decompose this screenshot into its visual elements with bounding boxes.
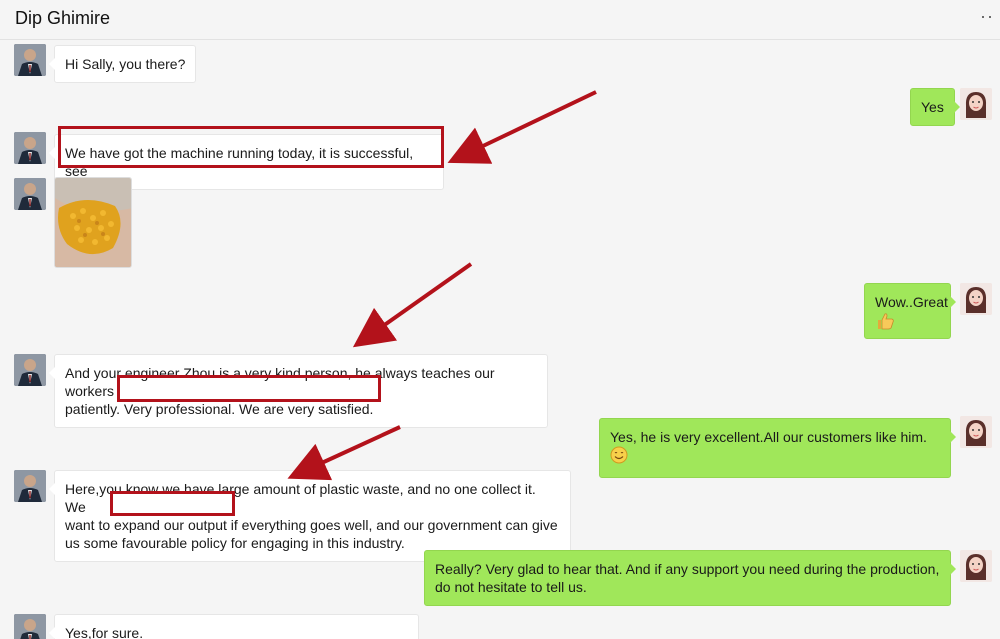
message-incoming[interactable]: Hi Sally, you there? xyxy=(48,45,197,83)
more-options-icon[interactable]: ·· xyxy=(980,6,994,27)
image-message-orange-granules[interactable] xyxy=(54,177,132,268)
message-incoming[interactable]: Yes,for sure. xyxy=(49,614,419,639)
user-avatar[interactable] xyxy=(960,88,992,120)
message-outgoing[interactable]: Yes, he is very excellent.All our custom… xyxy=(599,418,956,478)
message-text-line: do not hesitate to tell us. xyxy=(435,579,587,595)
user-avatar[interactable] xyxy=(960,283,992,315)
message-text-line: want to expand our output if everything … xyxy=(65,517,558,533)
smile-icon xyxy=(610,446,628,468)
message-outgoing[interactable]: Wow..Great xyxy=(864,283,956,339)
user-avatar[interactable] xyxy=(960,416,992,448)
contact-avatar[interactable] xyxy=(14,132,46,164)
arrow-3 xyxy=(287,425,401,481)
message-text-line: Really? Very glad to hear that. And if a… xyxy=(435,561,940,577)
contact-avatar[interactable] xyxy=(14,614,46,639)
message-incoming[interactable]: Here,you know we have large amount of pl… xyxy=(49,470,571,562)
chat-title: Dip Ghimire xyxy=(15,8,111,28)
message-text: Yes xyxy=(921,99,944,115)
message-text-line: Here,you know we have large amount of pl… xyxy=(65,481,536,515)
thumbs-up-icon xyxy=(875,311,895,335)
message-text: Hi Sally, you there? xyxy=(65,56,186,72)
message-text: We have got the machine running today, i… xyxy=(65,145,414,179)
user-avatar[interactable] xyxy=(960,550,992,582)
arrow-1 xyxy=(447,90,597,164)
arrow-2 xyxy=(352,262,473,348)
contact-avatar[interactable] xyxy=(14,44,46,76)
message-text-line: patiently. Very professional. We are ver… xyxy=(65,401,374,417)
message-text-line: And your engineer Zhou is a very kind pe… xyxy=(65,365,495,399)
message-incoming[interactable]: And your engineer Zhou is a very kind pe… xyxy=(49,354,548,428)
chat-header: Dip Ghimire ·· xyxy=(0,0,1000,40)
message-text: Wow..Great xyxy=(875,294,948,310)
message-text: Yes,for sure. xyxy=(65,625,144,639)
message-text: Yes, he is very excellent.All our custom… xyxy=(610,429,927,445)
contact-avatar[interactable] xyxy=(14,178,46,210)
contact-avatar[interactable] xyxy=(14,354,46,386)
contact-avatar[interactable] xyxy=(14,470,46,502)
message-outgoing[interactable]: Really? Very glad to hear that. And if a… xyxy=(424,550,956,606)
message-outgoing[interactable]: Yes xyxy=(910,88,960,126)
